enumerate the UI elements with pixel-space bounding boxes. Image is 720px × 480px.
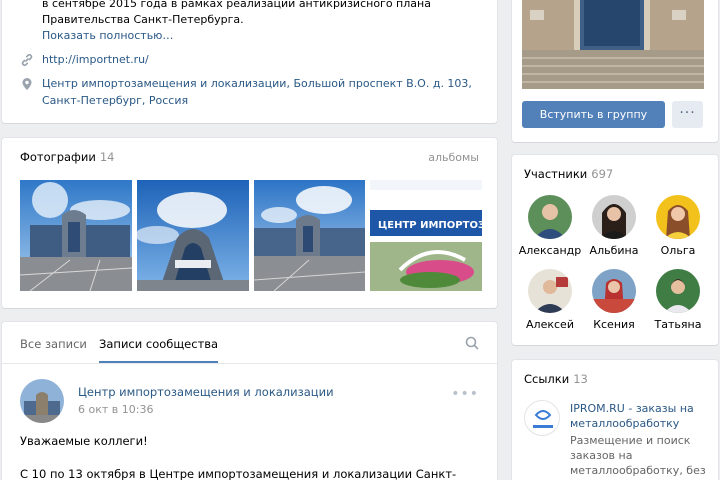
wall-feed-card: Все записи Записи сообщества Центр импор… (2, 322, 497, 480)
link-title-line: металлообработку (570, 417, 680, 430)
iprom-logo-icon (533, 410, 553, 428)
wall-tabs: Все записи Записи сообщества (2, 322, 497, 364)
avatar (592, 195, 636, 239)
post-author-avatar[interactable] (20, 379, 64, 423)
link-desc-line: Размещение и поиск (570, 434, 691, 447)
member-name: Татьяна (654, 318, 702, 331)
photo-thumbnail[interactable] (254, 180, 365, 291)
members-card: Участники 697 Александр Альбина Ольга Але… (512, 155, 718, 345)
avatar (656, 195, 700, 239)
members-header[interactable]: Участники 697 (524, 167, 613, 181)
links-card: Ссылки 13 IPROM.RU - заказы на металлообр… (512, 360, 718, 480)
building-photo (254, 180, 365, 291)
member-name: Альбина (589, 244, 639, 257)
link-description: Размещение и поиск заказов на металлообр… (570, 433, 715, 478)
avatar (656, 269, 700, 313)
photo-thumbnail[interactable] (137, 180, 249, 291)
avatar (528, 195, 572, 239)
description-line-1: в сентябре 2015 года в рамках реализации… (42, 0, 431, 10)
tab-community-posts[interactable]: Записи сообщества (99, 337, 219, 363)
member-item[interactable]: Александр (518, 195, 582, 257)
search-icon[interactable] (465, 336, 479, 350)
links-title: Ссылки (524, 372, 570, 386)
post-menu-icon[interactable]: ••• (451, 386, 479, 402)
building-facade-image (522, 0, 704, 89)
photos-title: Фотографии (20, 150, 96, 164)
website-link[interactable]: http://importnet.ru/ (42, 51, 149, 68)
member-name: Ксения (593, 318, 635, 331)
photo-thumbnail[interactable] (20, 180, 132, 291)
community-avatar-image (20, 379, 64, 423)
member-item[interactable]: Альбина (582, 195, 646, 257)
member-name: Ольга (660, 244, 696, 257)
photos-count: 14 (99, 150, 115, 164)
address-link[interactable]: Центр импортозамещения и локализации, Бо… (42, 75, 472, 109)
link-icon (21, 54, 33, 66)
banner-photo: ЦЕНТР ИМПОРТОЗАМЕЩЕНИЯ (370, 180, 482, 291)
photo-thumbnail[interactable]: ЦЕНТР ИМПОРТОЗАМЕЩЕНИЯ (370, 180, 482, 291)
members-title: Участники (524, 167, 588, 181)
links-count: 13 (573, 372, 588, 386)
post-author-name[interactable]: Центр импортозамещения и локализации (78, 385, 334, 399)
avatar (592, 269, 636, 313)
photos-header[interactable]: Фотографии 14 (20, 150, 114, 164)
member-item[interactable]: Ольга (646, 195, 710, 257)
address-line-2: Санкт-Петербург, Россия (42, 94, 189, 107)
members-count: 697 (591, 167, 614, 181)
link-title-line: IPROM.RU - заказы на (570, 402, 694, 415)
post-date[interactable]: 6 окт в 10:36 (78, 403, 153, 416)
website-row: http://importnet.ru/ (20, 51, 149, 68)
member-name: Александр (518, 244, 582, 257)
description-line-2: Правительства Санкт-Петербурга. (42, 13, 244, 26)
show-more-link[interactable]: Показать полностью… (42, 29, 173, 42)
links-header[interactable]: Ссылки 13 (524, 372, 588, 386)
join-group-button[interactable]: Вступить в группу (522, 101, 665, 128)
link-desc-line: металлообработку, без (570, 464, 706, 477)
photos-card: Фотографии 14 альбомы ЦЕНТР ИМПОРТОЗ (2, 138, 497, 308)
address-line-1: Центр импортозамещения и локализации, Бо… (42, 77, 472, 90)
member-item[interactable]: Татьяна (646, 269, 710, 331)
address-row: Центр импортозамещения и локализации, Бо… (20, 75, 472, 109)
community-description: в сентябре 2015 года в рамках реализации… (42, 0, 482, 28)
member-name: Алексей (526, 318, 574, 331)
avatar (528, 269, 572, 313)
link-title[interactable]: IPROM.RU - заказы на металлообработку (570, 401, 715, 431)
albums-link[interactable]: альбомы (428, 151, 479, 164)
link-desc-line: заказов на (570, 449, 633, 462)
member-item[interactable]: Ксения (582, 269, 646, 331)
iprom-logo[interactable] (524, 400, 560, 436)
tab-all-posts[interactable]: Все записи (20, 337, 87, 351)
post-text-line: Уважаемые коллеги! (20, 434, 148, 448)
community-info-card: в сентябре 2015 года в рамках реализации… (2, 0, 497, 123)
member-item[interactable]: Алексей (518, 269, 582, 331)
banner-text: ЦЕНТР ИМПОРТОЗАМЕЩЕНИЯ (378, 220, 482, 231)
location-pin-icon (22, 78, 32, 90)
community-photo[interactable] (522, 0, 704, 89)
post-text-line: С 10 по 13 октября в Центре импортозамещ… (20, 467, 457, 480)
more-actions-button[interactable]: ··· (672, 101, 703, 128)
building-photo (20, 180, 132, 291)
community-cover-card: Вступить в группу ··· (512, 0, 718, 142)
building-photo (137, 180, 249, 291)
